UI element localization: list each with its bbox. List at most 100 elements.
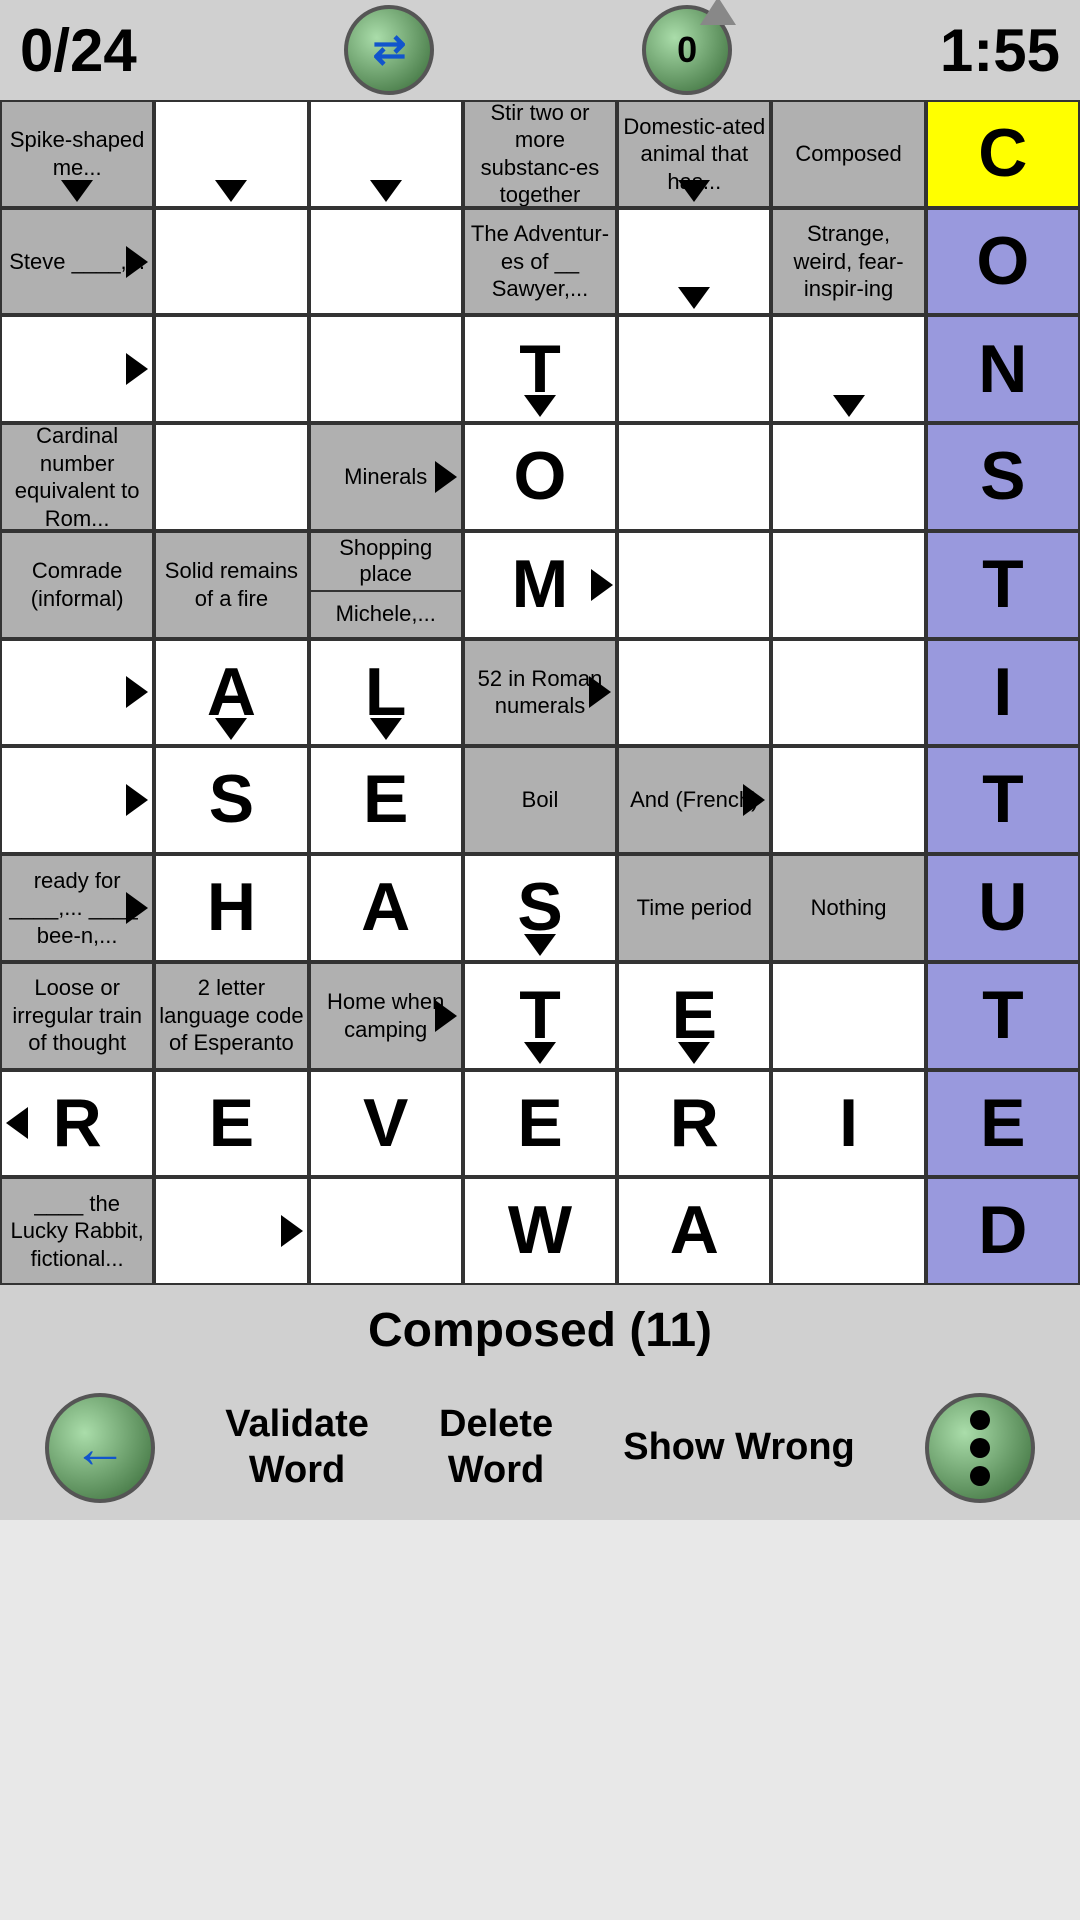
cell-r7c4[interactable]: Boil xyxy=(463,746,617,854)
cell-r5c2[interactable]: Solid remains of a fire xyxy=(154,531,308,639)
swap-button[interactable]: ⇄ xyxy=(344,5,434,95)
letter-r4c7: S xyxy=(980,436,1025,518)
settings-button[interactable] xyxy=(925,1393,1035,1503)
cell-r4c7[interactable]: S xyxy=(926,423,1080,531)
cell-r10c3[interactable]: V xyxy=(309,1070,463,1178)
cell-r4c2[interactable] xyxy=(154,423,308,531)
cell-r6c4[interactable]: 52 in Roman numerals xyxy=(463,639,617,747)
cell-r1c2[interactable] xyxy=(154,100,308,208)
hint-button[interactable]: 0 xyxy=(642,5,732,95)
cell-r3c2[interactable] xyxy=(154,315,308,423)
cell-r10c2[interactable]: E xyxy=(154,1070,308,1178)
cell-r10c1[interactable]: R xyxy=(0,1070,154,1178)
score-display: 0/24 xyxy=(20,16,137,85)
cell-r11c6[interactable] xyxy=(771,1177,925,1285)
cell-r11c7[interactable]: D xyxy=(926,1177,1080,1285)
cell-r4c6[interactable] xyxy=(771,423,925,531)
cell-r2c7[interactable]: O xyxy=(926,208,1080,316)
cell-r2c6[interactable]: Strange, weird, fear-inspir-ing xyxy=(771,208,925,316)
cell-r2c3[interactable] xyxy=(309,208,463,316)
show-wrong-button[interactable]: Show Wrong xyxy=(623,1425,855,1471)
clue-r1c4: Stir two or more substanc-es together xyxy=(465,100,615,208)
cell-r9c2[interactable]: 2 letter language code of Esperanto xyxy=(154,962,308,1070)
cell-r3c7[interactable]: N xyxy=(926,315,1080,423)
cell-r5c6[interactable] xyxy=(771,531,925,639)
cell-r9c6[interactable] xyxy=(771,962,925,1070)
cell-r4c5[interactable] xyxy=(617,423,771,531)
cell-r1c4[interactable]: Stir two or more substanc-es together xyxy=(463,100,617,208)
cell-r1c5[interactable]: Domestic-ated animal that has... xyxy=(617,100,771,208)
cell-r1c7[interactable]: C xyxy=(926,100,1080,208)
cell-r8c3[interactable]: A xyxy=(309,854,463,962)
letter-r10c1: R xyxy=(53,1083,102,1165)
cell-r2c4[interactable]: The Adventur-es of __ Sawyer,... xyxy=(463,208,617,316)
cell-r6c5[interactable] xyxy=(617,639,771,747)
cell-r6c2[interactable]: A xyxy=(154,639,308,747)
clue-r8c5: Time period xyxy=(635,892,754,924)
cell-r11c1[interactable]: ____ the Lucky Rabbit, fictional... xyxy=(0,1177,154,1285)
delete-word-button[interactable]: DeleteWord xyxy=(439,1402,553,1493)
cell-r6c1[interactable] xyxy=(0,639,154,747)
cell-r7c5[interactable]: And (French) xyxy=(617,746,771,854)
cell-r8c2[interactable]: H xyxy=(154,854,308,962)
cell-r11c4[interactable]: W xyxy=(463,1177,617,1285)
cell-r6c6[interactable] xyxy=(771,639,925,747)
cell-r5c1[interactable]: Comrade (informal) xyxy=(0,531,154,639)
cell-r8c1[interactable]: ready for ____,... ____-bee-n,... xyxy=(0,854,154,962)
validate-word-button[interactable]: ValidateWord xyxy=(225,1402,369,1493)
cell-r5c3[interactable]: Shopping place Michele,... xyxy=(309,531,463,639)
arrow-down-icon xyxy=(215,718,247,740)
letter-r10c3: V xyxy=(363,1083,408,1165)
back-button[interactable]: ← xyxy=(45,1393,155,1503)
arrow-right-icon xyxy=(126,246,148,278)
cell-r9c4[interactable]: T xyxy=(463,962,617,1070)
cell-r5c4[interactable]: M xyxy=(463,531,617,639)
cell-r1c3[interactable] xyxy=(309,100,463,208)
cell-r4c4[interactable]: O xyxy=(463,423,617,531)
cell-r1c1[interactable]: Spike-shaped me... xyxy=(0,100,154,208)
cell-r3c1[interactable] xyxy=(0,315,154,423)
cell-r11c5[interactable]: A xyxy=(617,1177,771,1285)
clue-r1c6: Composed xyxy=(793,138,903,170)
cell-r4c1[interactable]: Cardinal number equivalent to Rom... xyxy=(0,423,154,531)
cell-r7c2[interactable]: S xyxy=(154,746,308,854)
clue-r9c2: 2 letter language code of Esperanto xyxy=(156,972,306,1059)
letter-r10c6: I xyxy=(839,1083,858,1165)
cell-r1c6[interactable]: Composed xyxy=(771,100,925,208)
letter-r7c3: E xyxy=(363,759,408,841)
crossword-grid: Spike-shaped me... Stir two or more subs… xyxy=(0,100,1080,1285)
cell-r3c6[interactable] xyxy=(771,315,925,423)
cell-r8c7[interactable]: U xyxy=(926,854,1080,962)
cell-r8c5[interactable]: Time period xyxy=(617,854,771,962)
cell-r5c7[interactable]: T xyxy=(926,531,1080,639)
cell-r6c3[interactable]: L xyxy=(309,639,463,747)
cell-r5c5[interactable] xyxy=(617,531,771,639)
cell-r8c6[interactable]: Nothing xyxy=(771,854,925,962)
cell-r2c2[interactable] xyxy=(154,208,308,316)
cell-r10c4[interactable]: E xyxy=(463,1070,617,1178)
cell-r9c7[interactable]: T xyxy=(926,962,1080,1070)
cell-r6c7[interactable]: I xyxy=(926,639,1080,747)
cell-r2c1[interactable]: Steve ____,... xyxy=(0,208,154,316)
cell-r2c5[interactable] xyxy=(617,208,771,316)
cell-r4c3[interactable]: Minerals xyxy=(309,423,463,531)
cell-r3c3[interactable] xyxy=(309,315,463,423)
cell-r7c3[interactable]: E xyxy=(309,746,463,854)
letter-r10c7: E xyxy=(980,1083,1025,1165)
cell-r10c6[interactable]: I xyxy=(771,1070,925,1178)
cell-r11c3[interactable] xyxy=(309,1177,463,1285)
cell-r3c5[interactable] xyxy=(617,315,771,423)
cell-r11c2[interactable] xyxy=(154,1177,308,1285)
cell-r3c4[interactable]: T xyxy=(463,315,617,423)
cell-r9c1[interactable]: Loose or irregular train of thought xyxy=(0,962,154,1070)
cell-r8c4[interactable]: S xyxy=(463,854,617,962)
cell-r7c6[interactable] xyxy=(771,746,925,854)
cell-r7c7[interactable]: T xyxy=(926,746,1080,854)
cell-r7c1[interactable] xyxy=(0,746,154,854)
arrow-down-icon xyxy=(524,395,556,417)
swap-icon: ⇄ xyxy=(373,27,407,73)
cell-r9c3[interactable]: Home when camping xyxy=(309,962,463,1070)
cell-r9c5[interactable]: E xyxy=(617,962,771,1070)
cell-r10c5[interactable]: R xyxy=(617,1070,771,1178)
cell-r10c7[interactable]: E xyxy=(926,1070,1080,1178)
